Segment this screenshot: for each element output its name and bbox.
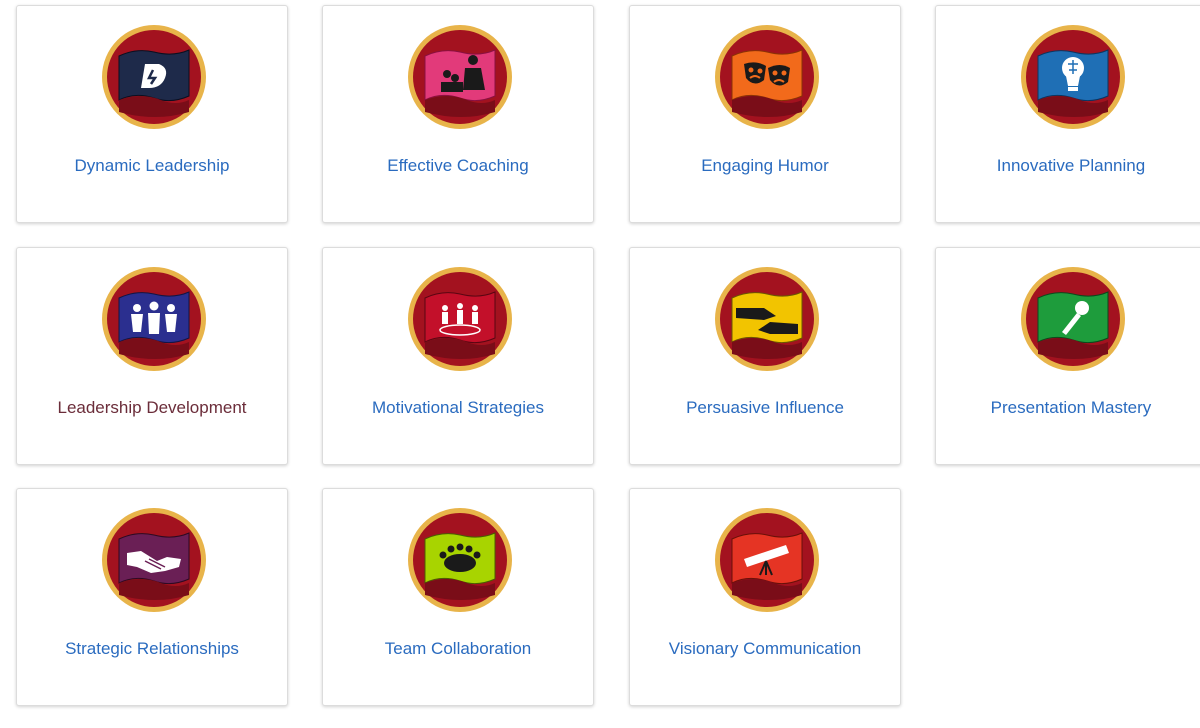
card-motivational-strategies[interactable]: Motivational Strategies — [322, 247, 594, 465]
card-label[interactable]: Effective Coaching — [323, 156, 593, 176]
card-label[interactable]: Motivational Strategies — [323, 398, 593, 418]
visionary-communication-icon — [715, 508, 819, 612]
card-effective-coaching[interactable]: Effective Coaching — [322, 5, 594, 223]
card-leadership-development[interactable]: Leadership Development — [16, 247, 288, 465]
card-label[interactable]: Dynamic Leadership — [17, 156, 287, 176]
card-label[interactable]: Strategic Relationships — [17, 639, 287, 659]
strategic-relationships-icon — [102, 508, 206, 612]
badge-grid: Dynamic Leadership Effective Coaching En… — [0, 0, 1200, 728]
engaging-humor-icon — [715, 25, 819, 129]
card-dynamic-leadership[interactable]: Dynamic Leadership — [16, 5, 288, 223]
card-team-collaboration[interactable]: Team Collaboration — [322, 488, 594, 706]
card-label[interactable]: Engaging Humor — [630, 156, 900, 176]
motivational-strategies-icon — [408, 267, 512, 371]
effective-coaching-icon — [408, 25, 512, 129]
card-label[interactable]: Team Collaboration — [323, 639, 593, 659]
card-engaging-humor[interactable]: Engaging Humor — [629, 5, 901, 223]
innovative-planning-icon — [1021, 25, 1125, 129]
card-label[interactable]: Leadership Development — [17, 398, 287, 418]
card-label[interactable]: Innovative Planning — [936, 156, 1200, 176]
team-collaboration-icon — [408, 508, 512, 612]
card-visionary-communication[interactable]: Visionary Communication — [629, 488, 901, 706]
card-persuasive-influence[interactable]: Persuasive Influence — [629, 247, 901, 465]
persuasive-influence-icon — [715, 267, 819, 371]
card-label[interactable]: Visionary Communication — [630, 639, 900, 659]
card-innovative-planning[interactable]: Innovative Planning — [935, 5, 1200, 223]
card-strategic-relationships[interactable]: Strategic Relationships — [16, 488, 288, 706]
card-label[interactable]: Presentation Mastery — [936, 398, 1200, 418]
leadership-development-icon — [102, 267, 206, 371]
card-presentation-mastery[interactable]: Presentation Mastery — [935, 247, 1200, 465]
dynamic-leadership-icon — [102, 25, 206, 129]
presentation-mastery-icon — [1021, 267, 1125, 371]
card-label[interactable]: Persuasive Influence — [630, 398, 900, 418]
